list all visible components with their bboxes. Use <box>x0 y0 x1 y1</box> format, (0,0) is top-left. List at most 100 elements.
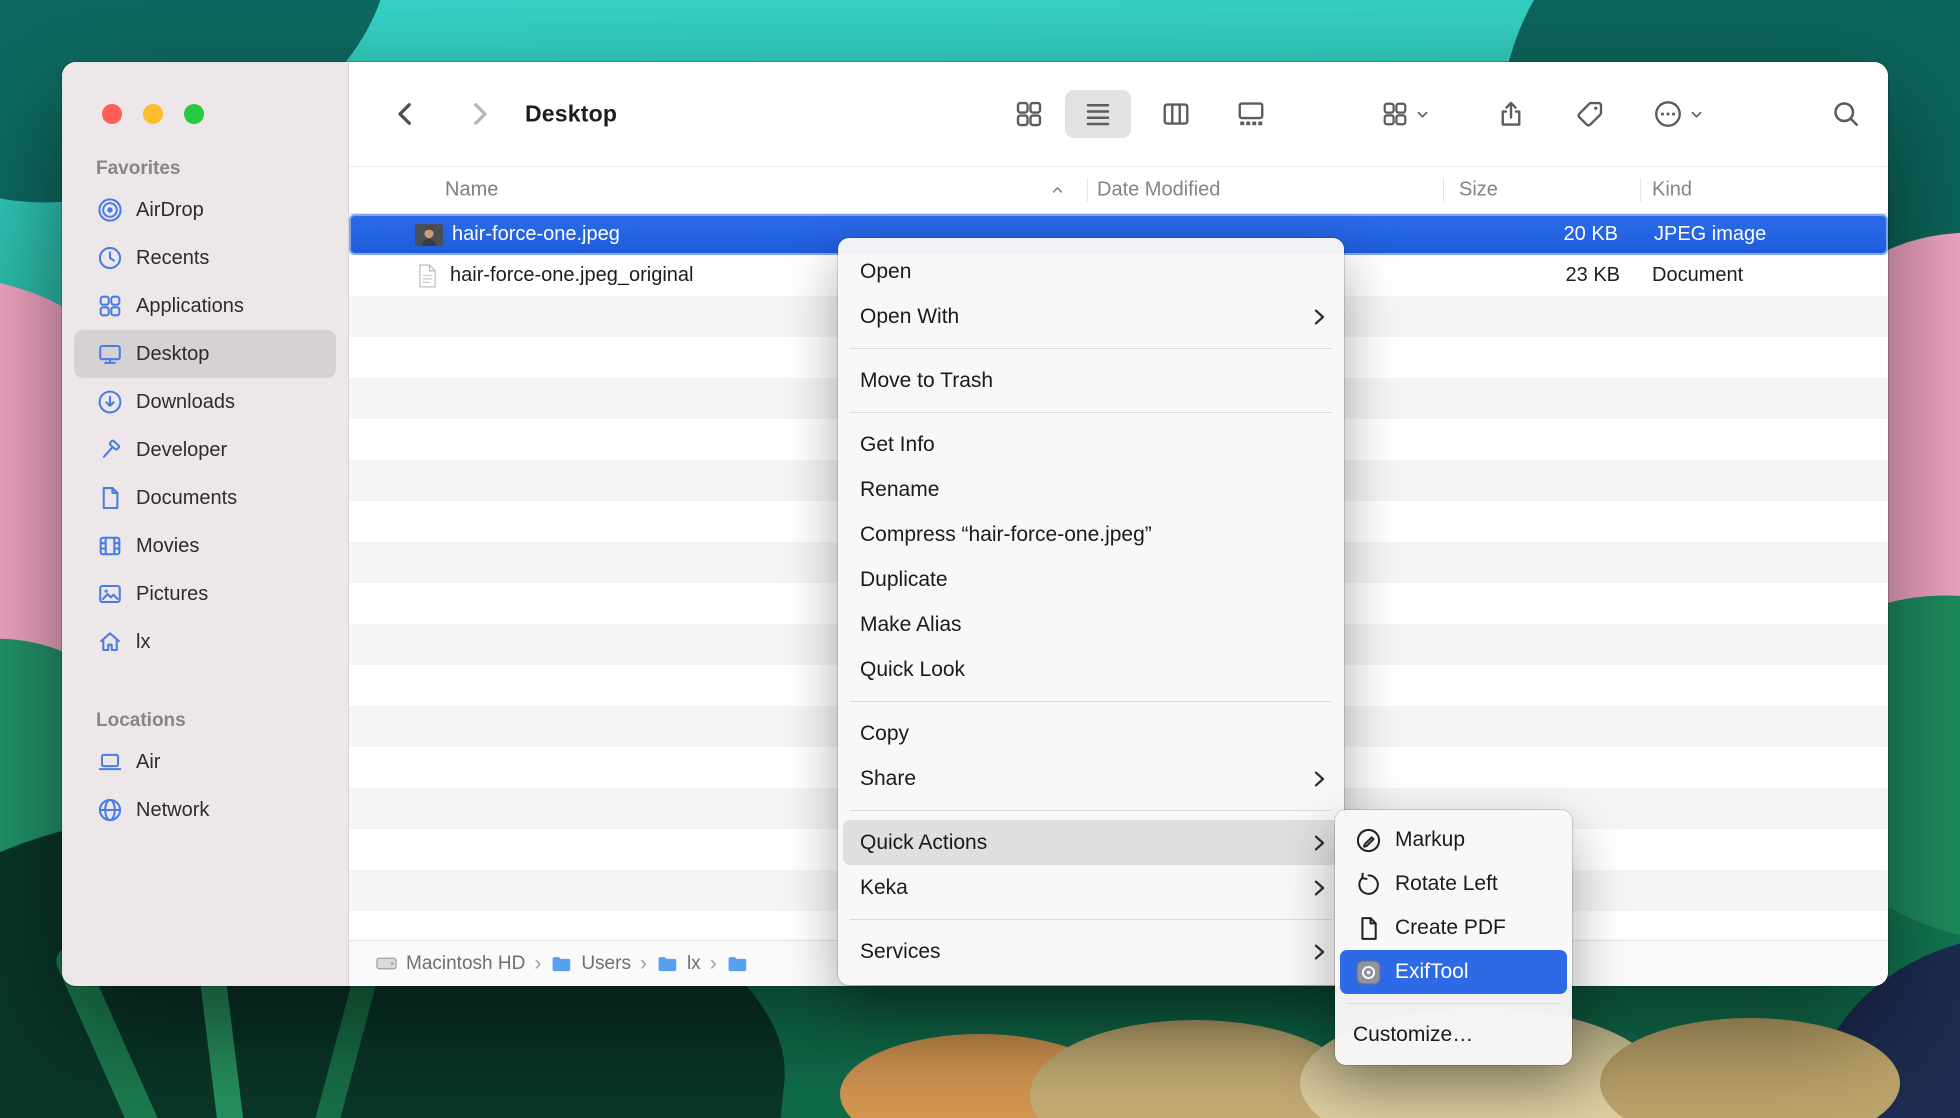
menu-item-rename[interactable]: Rename <box>843 467 1339 512</box>
submenu-item-customize[interactable]: Customize… <box>1340 1013 1567 1057</box>
sidebar-item-label: Recents <box>136 247 209 270</box>
hammer-icon <box>96 436 124 464</box>
menu-item-label: Services <box>860 940 941 964</box>
menu-item-compress[interactable]: Compress “hair-force-one.jpeg” <box>843 512 1339 557</box>
column-view-button[interactable] <box>1154 92 1198 136</box>
menu-item-label: Move to Trash <box>860 369 993 393</box>
menu-item-label: Quick Actions <box>860 831 987 855</box>
path-item-macintosh-hd[interactable]: Macintosh HD <box>375 952 525 975</box>
create-pdf-icon <box>1353 914 1383 942</box>
sidebar: Favorites AirDrop Recents Applications D… <box>62 62 349 986</box>
tag-button[interactable] <box>1568 92 1612 136</box>
search-button[interactable] <box>1824 92 1868 136</box>
menu-item-open[interactable]: Open <box>843 249 1339 294</box>
file-size: 20 KB <box>1564 223 1618 246</box>
menu-item-label: Duplicate <box>860 568 948 592</box>
path-item-users[interactable]: Users <box>550 953 631 975</box>
submenu-item-exiftool[interactable]: ExifTool <box>1340 950 1567 994</box>
documents-icon <box>96 484 124 512</box>
sidebar-item-label: Air <box>136 751 160 774</box>
exiftool-app-icon <box>1353 958 1383 986</box>
forward-button[interactable] <box>457 92 501 136</box>
column-header-name[interactable]: Name <box>445 179 498 202</box>
minimize-button[interactable] <box>143 104 163 124</box>
menu-item-move-to-trash[interactable]: Move to Trash <box>843 358 1339 403</box>
path-item-label: Users <box>581 953 631 975</box>
menu-item-label: Customize… <box>1353 1023 1473 1047</box>
sidebar-item-downloads[interactable]: Downloads <box>74 378 336 426</box>
sidebar-item-air[interactable]: Air <box>74 738 336 786</box>
column-header-size[interactable]: Size <box>1459 179 1498 202</box>
folder-icon <box>656 954 679 974</box>
sidebar-item-pictures[interactable]: Pictures <box>74 570 336 618</box>
window-title: Desktop <box>525 101 617 128</box>
list-view-button[interactable] <box>1065 90 1131 138</box>
menu-item-label: Get Info <box>860 433 935 457</box>
share-button[interactable] <box>1489 92 1533 136</box>
menu-item-services[interactable]: Services <box>843 929 1339 974</box>
path-separator: › <box>534 953 541 974</box>
menu-item-duplicate[interactable]: Duplicate <box>843 557 1339 602</box>
menu-item-quick-actions[interactable]: Quick Actions <box>843 820 1339 865</box>
menu-item-open-with[interactable]: Open With <box>843 294 1339 339</box>
sidebar-item-label: Movies <box>136 535 199 558</box>
submenu-item-rotate-left[interactable]: Rotate Left <box>1340 862 1567 906</box>
sidebar-item-movies[interactable]: Movies <box>74 522 336 570</box>
menu-item-label: Keka <box>860 876 908 900</box>
home-icon <box>96 628 124 656</box>
path-separator: › <box>640 953 647 974</box>
menu-item-label: Open With <box>860 305 959 329</box>
menu-item-share[interactable]: Share <box>843 756 1339 801</box>
menu-item-get-info[interactable]: Get Info <box>843 422 1339 467</box>
sidebar-item-network[interactable]: Network <box>74 786 336 834</box>
menu-item-keka[interactable]: Keka <box>843 865 1339 910</box>
menu-item-label: Compress “hair-force-one.jpeg” <box>860 523 1152 547</box>
submenu-chevron-icon <box>1314 943 1325 960</box>
menu-separator <box>850 412 1332 413</box>
sidebar-item-lx[interactable]: lx <box>74 618 336 666</box>
menu-item-label: Open <box>860 260 911 284</box>
path-separator: › <box>710 953 717 974</box>
rotate-left-icon <box>1353 870 1383 898</box>
sidebar-item-label: Applications <box>136 295 244 318</box>
menu-item-label: Copy <box>860 722 909 746</box>
file-size: 23 KB <box>1566 264 1620 287</box>
menu-separator <box>850 348 1332 349</box>
submenu-chevron-icon <box>1314 308 1325 325</box>
icon-view-button[interactable] <box>1007 92 1051 136</box>
sidebar-item-label: Desktop <box>136 343 209 366</box>
sidebar-item-airdrop[interactable]: AirDrop <box>74 186 336 234</box>
column-header-kind[interactable]: Kind <box>1652 179 1692 202</box>
markup-pen-icon <box>1353 826 1383 854</box>
group-by-button[interactable] <box>1375 92 1436 136</box>
menu-item-label: Rename <box>860 478 939 502</box>
sidebar-item-desktop[interactable]: Desktop <box>74 330 336 378</box>
menu-item-label: Rotate Left <box>1395 872 1498 896</box>
menu-item-label: Quick Look <box>860 658 965 682</box>
more-actions-button[interactable] <box>1647 92 1710 136</box>
column-header-date-modified[interactable]: Date Modified <box>1097 179 1220 202</box>
close-button[interactable] <box>102 104 122 124</box>
sidebar-item-developer[interactable]: Developer <box>74 426 336 474</box>
sidebar-item-label: Downloads <box>136 391 235 414</box>
submenu-item-markup[interactable]: Markup <box>1340 818 1567 862</box>
path-item-partial[interactable] <box>726 954 757 974</box>
zoom-button[interactable] <box>184 104 204 124</box>
menu-item-make-alias[interactable]: Make Alias <box>843 602 1339 647</box>
back-button[interactable] <box>384 92 428 136</box>
menu-item-quick-look[interactable]: Quick Look <box>843 647 1339 692</box>
gallery-view-button[interactable] <box>1229 92 1273 136</box>
sidebar-item-documents[interactable]: Documents <box>74 474 336 522</box>
sidebar-item-recents[interactable]: Recents <box>74 234 336 282</box>
menu-item-label: ExifTool <box>1395 960 1469 984</box>
menu-separator <box>1347 1003 1560 1004</box>
submenu-item-create-pdf[interactable]: Create PDF <box>1340 906 1567 950</box>
sidebar-item-label: Network <box>136 799 209 822</box>
path-item-lx[interactable]: lx <box>656 953 701 975</box>
clock-icon <box>96 244 124 272</box>
ellipsis-circle-icon <box>1653 99 1683 129</box>
column-divider <box>1640 178 1641 202</box>
menu-item-copy[interactable]: Copy <box>843 711 1339 756</box>
file-name: hair-force-one.jpeg <box>452 223 620 246</box>
sidebar-item-applications[interactable]: Applications <box>74 282 336 330</box>
